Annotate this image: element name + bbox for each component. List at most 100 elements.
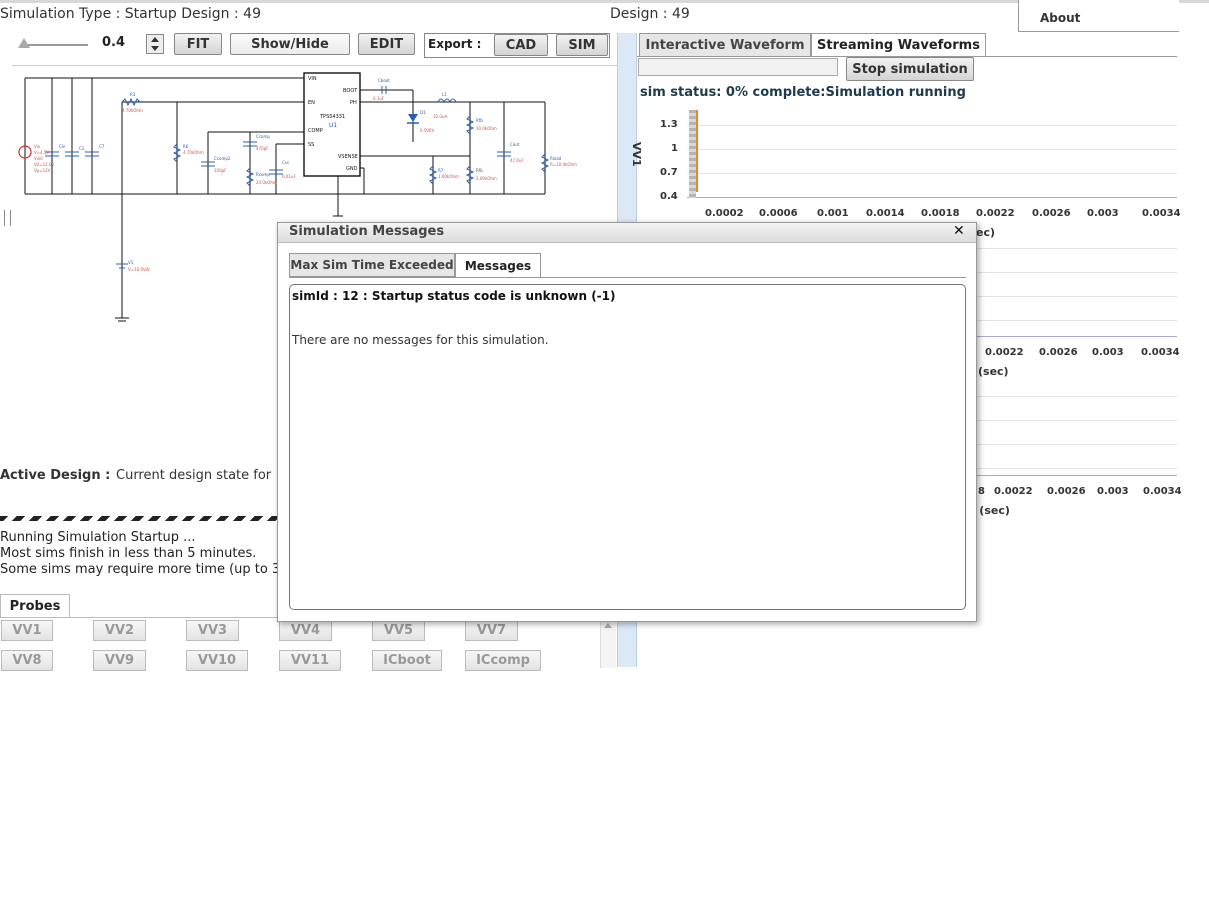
probe-vv7[interactable]: VV7 <box>465 620 518 641</box>
grid-line <box>687 125 1177 126</box>
probe-vv9[interactable]: VV9 <box>93 650 146 671</box>
y-axis-label: VV1 <box>630 142 643 167</box>
tab-max-sim-time-exceeded[interactable]: Max Sim Time Exceeded <box>289 253 455 277</box>
status-line-3: Some sims may require more time (up to 3 <box>0 562 277 577</box>
grid-line <box>687 173 1177 174</box>
x-tick: 0.0022 <box>994 486 1033 497</box>
probe-vv11[interactable]: VV11 <box>279 650 341 671</box>
diode-d1[interactable] <box>408 114 418 122</box>
probe-vv4[interactable]: VV4 <box>279 620 332 641</box>
x-tick: 0.0034 <box>1141 347 1180 358</box>
active-design-label: Active Design : <box>0 468 111 483</box>
svg-text:V=10.0Vdc: V=10.0Vdc <box>128 267 150 272</box>
ic-name: TPS54331 <box>319 114 345 120</box>
svg-text:Vp=12V: Vp=12V <box>34 168 51 173</box>
show-hide-button[interactable]: Show/Hide <box>230 33 350 55</box>
svg-text:V1: V1 <box>128 260 134 265</box>
splitter-handle[interactable] <box>4 210 11 226</box>
svg-text:Rfb: Rfb <box>476 168 483 173</box>
x-tick: 0.0014 <box>866 208 905 219</box>
probe-vv10[interactable]: VV10 <box>186 650 248 671</box>
x-axis <box>977 336 1177 337</box>
svg-text:Rload: Rload <box>550 156 562 161</box>
edit-button[interactable]: EDIT <box>358 33 415 55</box>
grid-line <box>977 248 1177 249</box>
probe-icboot[interactable]: ICboot <box>372 650 442 671</box>
pin-gnd: GND <box>346 166 358 172</box>
pin-boot: BOOT <box>343 88 358 94</box>
active-design-value: Current design state for S <box>116 468 276 483</box>
x-tick: 0.0026 <box>1047 486 1086 497</box>
tab-streaming-waveforms[interactable]: Streaming Waveforms <box>811 33 986 57</box>
y-tick: 0.7 <box>660 167 678 178</box>
x-tick: 0.0026 <box>1032 208 1071 219</box>
x-axis <box>977 475 1177 476</box>
y-tick: 0.4 <box>660 191 678 202</box>
slider-handle[interactable] <box>18 38 30 48</box>
svg-text:2.00kOhm: 2.00kOhm <box>476 176 497 181</box>
waveform-start-strip <box>689 110 696 198</box>
svg-text:0.500V: 0.500V <box>420 128 434 133</box>
grid-line <box>977 296 1177 297</box>
scroll-up-icon[interactable] <box>604 623 612 628</box>
tab-messages[interactable]: Messages <box>455 253 541 278</box>
probe-vv5[interactable]: VV5 <box>372 620 425 641</box>
probe-vv1[interactable]: VV1 <box>1 620 53 641</box>
export-label: Export : <box>428 37 482 51</box>
svg-text:10.0uH: 10.0uH <box>433 114 447 119</box>
svg-text:Rcomp: Rcomp <box>256 172 270 177</box>
probe-vv8[interactable]: VV8 <box>1 650 53 671</box>
status-line-2: Most sims finish in less than 5 minutes. <box>0 546 257 561</box>
sim-export-button[interactable]: SIM <box>556 34 608 56</box>
x-tick: 0.003 <box>1092 347 1124 358</box>
svg-text:100pF: 100pF <box>214 168 227 173</box>
x-tick: 0.0006 <box>759 208 798 219</box>
sim-progress-bar <box>638 58 838 76</box>
simulation-messages-dialog: Simulation Messages ✕ Max Sim Time Excee… <box>277 222 977 622</box>
svg-text:24.0kOhm: 24.0kOhm <box>256 180 277 185</box>
chevron-up-icon[interactable] <box>151 37 159 42</box>
fit-button[interactable]: FIT <box>174 33 222 55</box>
zoom-stepper[interactable] <box>146 34 164 54</box>
zoom-slider[interactable] <box>18 38 88 48</box>
close-icon[interactable]: ✕ <box>953 223 965 239</box>
menu-item-about[interactable]: About <box>1040 11 1080 25</box>
svg-text:0.01uF: 0.01uF <box>282 174 296 179</box>
x-axis-unit: (sec) <box>978 365 1009 378</box>
probes-scrollbar[interactable] <box>600 620 616 668</box>
messages-panel: simId : 12 : Startup status code is unkn… <box>289 284 966 610</box>
dialog-titlebar[interactable]: Simulation Messages ✕ <box>278 223 976 243</box>
svg-text:V=4.5V: V=4.5V <box>34 150 49 155</box>
chevron-down-icon[interactable] <box>151 46 159 51</box>
pin-comp: COMP <box>308 128 323 134</box>
svg-text:10.0kOhm: 10.0kOhm <box>476 126 497 131</box>
x-tick: 0.0034 <box>1143 486 1182 497</box>
grid-line <box>687 149 1177 150</box>
svg-text:1.00kOhm: 1.00kOhm <box>438 174 459 179</box>
svg-text:C1: C1 <box>79 146 85 151</box>
sim-status-text: sim status: 0% complete:Simulation runni… <box>640 85 966 100</box>
svg-text:Rfb: Rfb <box>476 118 483 123</box>
grid-line <box>977 468 1177 469</box>
stop-simulation-button[interactable]: Stop simulation <box>846 57 974 81</box>
svg-text:V2=12.0V: V2=12.0V <box>34 162 55 167</box>
svg-text:Ccomp2: Ccomp2 <box>214 156 231 161</box>
svg-text:Ccomp: Ccomp <box>256 134 270 139</box>
y-tick: 1 <box>671 143 678 154</box>
pin-ph: PH <box>350 100 357 106</box>
top-menu: About <box>1018 0 1179 32</box>
probe-iccomp[interactable]: ICcomp <box>465 650 541 671</box>
probe-vv3[interactable]: VV3 <box>186 620 239 641</box>
svg-text:Cout: Cout <box>510 142 520 147</box>
svg-text:R=10.0kOhm: R=10.0kOhm <box>550 162 577 167</box>
zoom-value: 0.4 <box>102 35 126 50</box>
svg-text:Vin: Vin <box>34 144 41 149</box>
svg-text:Cboot: Cboot <box>378 78 390 83</box>
cad-export-button[interactable]: CAD <box>494 34 548 56</box>
tab-interactive-waveform[interactable]: Interactive Waveform <box>639 33 811 57</box>
probe-vv2[interactable]: VV2 <box>93 620 146 641</box>
tab-probes[interactable]: Probes <box>0 594 70 617</box>
grid-line <box>977 420 1177 421</box>
svg-text:470pF: 470pF <box>256 146 269 151</box>
svg-text:L1: L1 <box>442 92 447 97</box>
